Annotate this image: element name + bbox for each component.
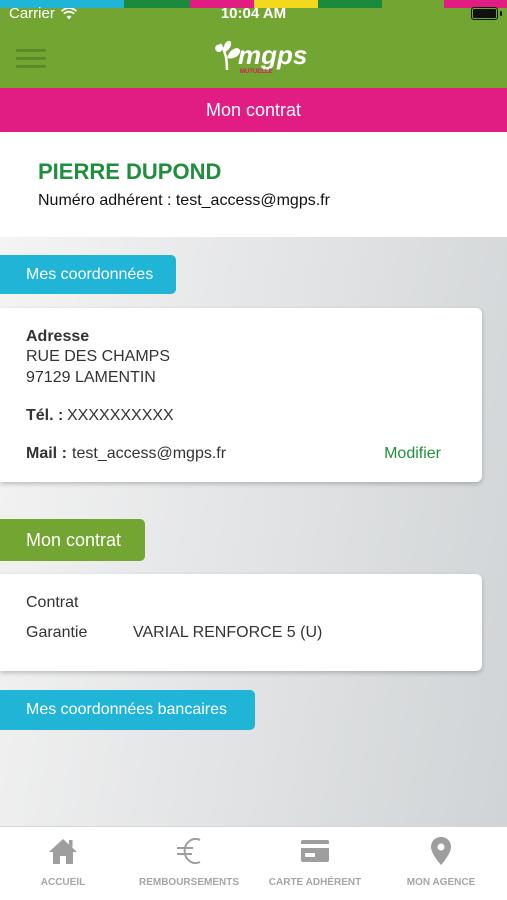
location-pin-icon bbox=[431, 837, 451, 865]
mail-label: Mail : bbox=[26, 445, 67, 462]
mgps-logo: mgps MUTUELLE bbox=[212, 38, 308, 75]
section-contrat-header: Mon contrat bbox=[0, 519, 145, 561]
card-icon bbox=[301, 840, 329, 862]
status-bar: Carrier 10:04 AM bbox=[0, 0, 507, 28]
address-label: Adresse bbox=[26, 328, 90, 345]
euro-icon bbox=[177, 838, 201, 864]
tab-carte-adherent[interactable]: CARTE ADHÉRENT bbox=[252, 827, 378, 900]
status-time: 10:04 AM bbox=[220, 5, 287, 22]
address-line-1: RUE DES CHAMPS bbox=[26, 348, 171, 365]
member-number-value: test_access@mgps.fr bbox=[175, 192, 330, 209]
section-coordonnees-header: Mes coordonnées bbox=[0, 255, 176, 294]
tab-remboursements[interactable]: REMBOURSEMENTS bbox=[126, 827, 252, 900]
member-number: Numéro adhérent : test_access@mgps.fr bbox=[38, 192, 330, 210]
logo-wordmark: mgps bbox=[238, 39, 308, 70]
guarantee-value: VARIAL RENFORCE 5 (U) bbox=[133, 624, 323, 641]
app-header: Carrier 10:04 AM mgps MUTUELLE bbox=[0, 0, 507, 88]
tab-mon-agence[interactable]: MON AGENCE bbox=[378, 827, 504, 900]
tab-label: ACCUEIL bbox=[40, 877, 86, 888]
phone-label: Tél. : bbox=[26, 407, 64, 424]
tab-accueil[interactable]: ACCUEIL bbox=[0, 827, 126, 900]
member-number-label: Numéro adhérent : bbox=[38, 192, 176, 209]
mail-value: test_access@mgps.fr bbox=[72, 445, 227, 462]
battery-icon bbox=[471, 7, 502, 20]
logo-subtext: MUTUELLE bbox=[240, 69, 273, 75]
address-line-2: 97129 LAMENTIN bbox=[26, 369, 156, 386]
edit-coordonnees-link[interactable]: Modifier bbox=[384, 445, 441, 463]
tab-label: MON AGENCE bbox=[406, 877, 476, 888]
user-info-panel: PIERRE DUPOND Numéro adhérent : test_acc… bbox=[0, 132, 507, 237]
member-name: PIERRE DUPOND bbox=[38, 159, 222, 184]
banking-details-button[interactable]: Mes coordonnées bancaires bbox=[0, 690, 255, 730]
menu-button[interactable] bbox=[16, 49, 46, 69]
contract-label: Contrat bbox=[26, 594, 79, 611]
tab-bar: ACCUEIL REMBOURSEMENTS CARTE ADHÉRENT MO… bbox=[0, 826, 507, 900]
contrat-card: Contrat Garantie VARIAL RENFORCE 5 (U) bbox=[0, 574, 482, 671]
guarantee-label: Garantie bbox=[26, 624, 88, 641]
coordonnees-card: Adresse RUE DES CHAMPS 97129 LAMENTIN Té… bbox=[0, 308, 482, 482]
tab-label: REMBOURSEMENTS bbox=[138, 877, 239, 888]
page-title: Mon contrat bbox=[0, 88, 507, 132]
phone-value: XXXXXXXXXX bbox=[67, 407, 174, 424]
home-icon bbox=[49, 839, 77, 864]
tab-label: CARTE ADHÉRENT bbox=[268, 877, 362, 888]
